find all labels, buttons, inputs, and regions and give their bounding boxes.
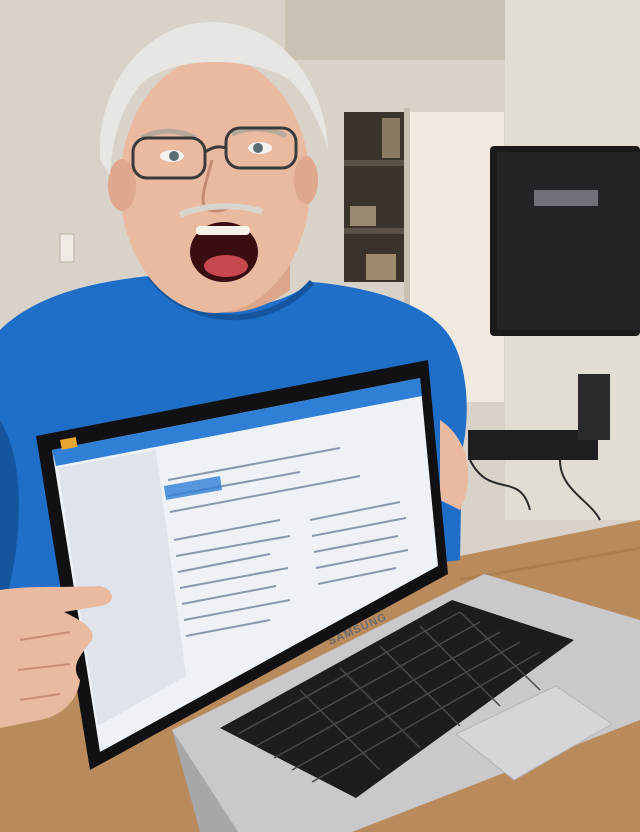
tv-screen bbox=[497, 152, 640, 330]
shelf-item bbox=[350, 206, 376, 226]
tv-reflection bbox=[534, 190, 598, 206]
right-iris bbox=[253, 143, 263, 153]
upper-teeth bbox=[196, 226, 250, 235]
tongue bbox=[204, 255, 248, 277]
photo-scene: SAMSUNG bbox=[0, 0, 640, 832]
ceiling-shadow bbox=[285, 0, 515, 60]
left-iris bbox=[169, 151, 179, 161]
shelf-item bbox=[382, 118, 400, 158]
shelf-books bbox=[366, 254, 396, 280]
right-ear bbox=[294, 156, 318, 204]
photo-illustration: SAMSUNG bbox=[0, 0, 640, 832]
media-device bbox=[578, 374, 610, 440]
bookshelf-shelf bbox=[344, 160, 406, 166]
bookshelf-shelf bbox=[344, 228, 406, 234]
light-switch bbox=[59, 233, 75, 263]
